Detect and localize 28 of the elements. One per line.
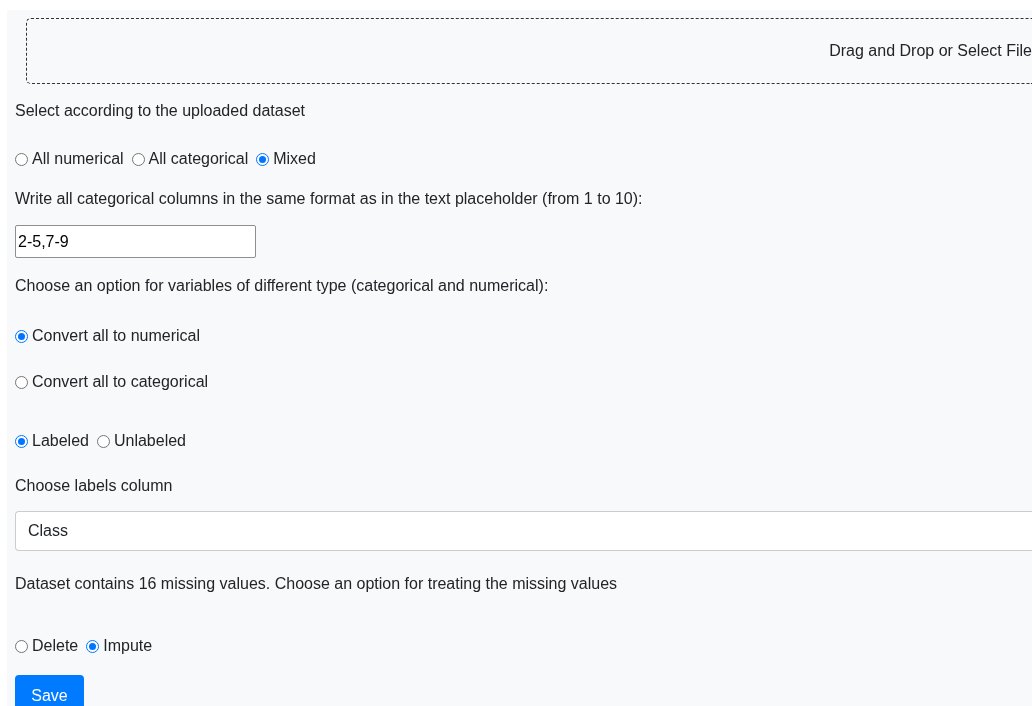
radio-option[interactable]: Unlabeled	[96, 429, 186, 453]
save-button[interactable]: Save	[15, 675, 84, 706]
radio-button[interactable]	[96, 434, 110, 448]
section-label: Dataset contains 16 missing values. Choose an option for treating the missing values	[15, 574, 619, 594]
radio-option[interactable]: All categorical	[131, 147, 249, 171]
section-label: Choose labels column	[15, 476, 174, 496]
input-field[interactable]: 2-5,7-9	[15, 225, 256, 258]
section-label: Choose an option for variables of different type (categorical and numerical):	[15, 276, 550, 296]
radio-button[interactable]	[15, 152, 28, 166]
radio-button[interactable]	[15, 639, 28, 653]
drop-zone-label: Drag and Drop or Select File	[829, 41, 1032, 61]
radio-option[interactable]: Labeled	[15, 429, 89, 453]
radio-button[interactable]	[15, 329, 28, 343]
radio-button[interactable]	[256, 152, 270, 166]
radio-button[interactable]	[15, 434, 28, 448]
file-drop-zone[interactable]: Drag and Drop or Select File	[26, 18, 1032, 84]
radio-button[interactable]	[86, 639, 100, 653]
select-field[interactable]: Class	[15, 511, 1032, 551]
radio-button[interactable]	[131, 152, 145, 166]
section-label: Select according to the uploaded dataset	[15, 101, 306, 121]
radio-option[interactable]: Delete	[15, 634, 79, 658]
radio-button[interactable]	[15, 375, 28, 389]
section-label: Write all categorical columns in the same format as in the text placeholder (from 1 to 10):	[15, 189, 644, 209]
radio-option[interactable]: All numerical	[15, 147, 124, 171]
radio-option[interactable]: Convert all to numerical	[15, 324, 1024, 348]
radio-option[interactable]: Mixed	[256, 147, 316, 171]
radio-option[interactable]: Convert all to categorical	[15, 370, 1024, 394]
radio-option[interactable]: Impute	[86, 634, 153, 658]
